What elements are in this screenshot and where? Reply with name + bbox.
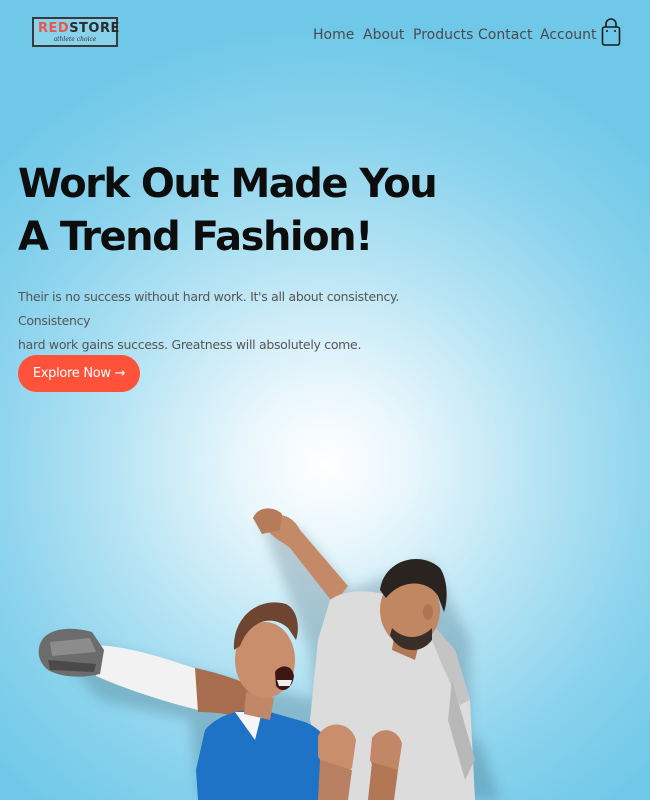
nav-item-account[interactable]: Account bbox=[540, 27, 597, 44]
shopping-bag-icon[interactable] bbox=[600, 18, 622, 48]
explore-now-button[interactable]: Explore Now → bbox=[18, 355, 140, 392]
nav-item-contact[interactable]: Contact bbox=[478, 27, 532, 44]
navbar: REDSTORE athlete choice Home About Produ… bbox=[0, 0, 650, 70]
nav-item-home[interactable]: Home bbox=[313, 27, 354, 44]
logo-wordmark: REDSTORE bbox=[38, 21, 120, 36]
nav-item-products[interactable]: Products bbox=[413, 27, 473, 44]
celebrating-athletes-image bbox=[0, 480, 650, 800]
hero-headline-line-2: A Trend Fashion! bbox=[18, 214, 373, 260]
hero-description-line-1: Their is no success without hard work. I… bbox=[18, 289, 400, 328]
hero-description: Their is no success without hard work. I… bbox=[18, 285, 448, 357]
hero-headline: Work Out Made You A Trend Fashion! bbox=[18, 158, 538, 264]
nav-item-about[interactable]: About bbox=[363, 27, 404, 44]
hero-headline-line-1: Work Out Made You bbox=[18, 161, 438, 207]
logo-tagline: athlete choice bbox=[53, 36, 97, 43]
logo[interactable]: REDSTORE athlete choice bbox=[32, 17, 120, 47]
hero-description-line-2: hard work gains success. Greatness will … bbox=[18, 337, 362, 352]
